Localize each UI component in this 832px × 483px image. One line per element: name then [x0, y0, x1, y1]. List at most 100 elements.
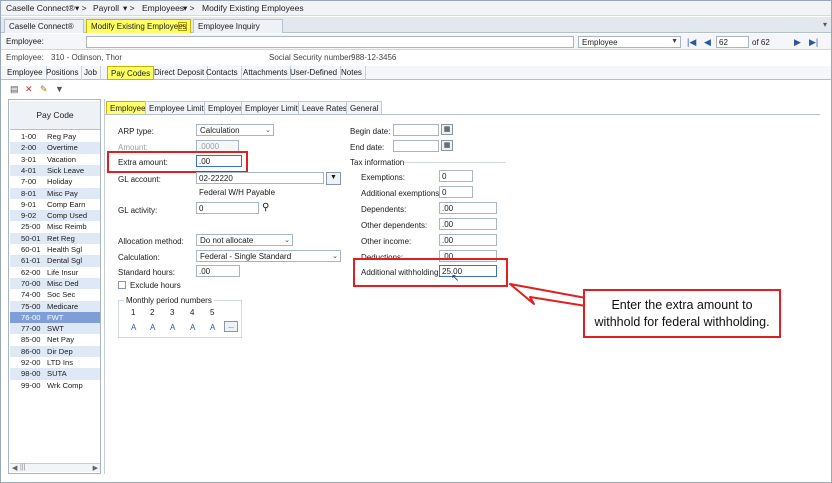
pay-code-row[interactable]: 99-00 Wrk Comp [10, 380, 100, 391]
filter-icon[interactable]: ▼ [55, 84, 64, 94]
subtab-employer[interactable]: Employer [204, 101, 246, 114]
prev-record-icon[interactable]: ◀ [704, 37, 711, 48]
pay-code-row[interactable]: 62-00 Life Insur [10, 267, 100, 278]
employee-search-input[interactable] [86, 36, 574, 48]
pay-code-row[interactable]: 70-00 Misc Ded [10, 277, 100, 290]
period-value[interactable]: A [170, 323, 175, 332]
calculation-select[interactable]: Federal - Single Standard ⌄ [196, 250, 341, 262]
begin-date-input[interactable] [393, 124, 439, 136]
doc-tab-employee-inquiry[interactable]: Employee Inquiry [193, 19, 283, 33]
pay-code-row[interactable]: 77-00 SWT [10, 323, 100, 335]
dependents-input[interactable]: .00 [439, 202, 497, 214]
arp-type-label: ARP type: [118, 127, 154, 136]
gl-account-dropdown-icon[interactable]: ▼ [326, 172, 341, 185]
period-value[interactable]: A [210, 323, 215, 332]
subtab-general[interactable]: General [346, 101, 383, 114]
pay-code-row[interactable]: 98-00 SUTA [10, 368, 100, 380]
last-record-icon[interactable]: ▶| [809, 37, 818, 48]
pay-code-row[interactable]: 1-00 Reg Pay [10, 131, 100, 142]
pay-code-number: 70-00 [21, 278, 41, 288]
tab-direct-deposit[interactable]: Direct Deposit [151, 66, 209, 80]
allocation-method-select[interactable]: Do not allocate ⌄ [196, 234, 293, 246]
pay-code-row[interactable]: 86-00 Dir Dep [10, 345, 100, 357]
doc-tab-label: Caselle Connect® [9, 22, 74, 31]
scroll-right-icon[interactable]: ▶ [93, 464, 98, 472]
pay-code-row[interactable]: 74-00 Soc Sec [10, 289, 100, 300]
calendar-icon[interactable]: ▦ [441, 124, 453, 135]
extra-amount-input[interactable]: .00 [196, 155, 242, 167]
subtab-employer-limits[interactable]: Employer Limits [241, 101, 306, 114]
pay-code-row[interactable]: 50-01 Ret Reg [10, 232, 100, 244]
pay-code-number: 75-00 [21, 301, 41, 311]
tab-pay-codes[interactable]: Pay Codes [107, 66, 155, 80]
record-number-input[interactable]: 62 [716, 36, 749, 48]
pay-code-row[interactable]: 4-01 Sick Leave [10, 164, 100, 177]
other-dependents-input[interactable]: .00 [439, 218, 497, 230]
pay-code-row[interactable]: 85-00 Net Pay [10, 334, 100, 345]
pay-code-row[interactable]: 2-00 Overtime [10, 142, 100, 154]
pay-code-row[interactable]: 9-02 Comp Used [10, 210, 100, 222]
tab-employee[interactable]: Employee [4, 66, 47, 80]
pay-code-row[interactable]: 75-00 Medicare [10, 300, 100, 312]
callout-arrow-icon [509, 283, 587, 307]
pay-code-row[interactable]: 7-00 Holiday [10, 176, 100, 187]
subtab-employee[interactable]: Employee [106, 101, 150, 114]
subtab-employee-limits[interactable]: Employee Limits [145, 101, 212, 114]
pay-code-number: 77-00 [21, 324, 41, 334]
tab-attachments[interactable]: Attachments [240, 66, 292, 80]
arp-type-select[interactable]: Calculation ⌄ [196, 124, 274, 136]
additional-withholding-input[interactable]: 25.00 [439, 265, 497, 277]
period-value[interactable]: A [131, 323, 136, 332]
calendar-icon[interactable]: ▦ [441, 140, 453, 151]
standard-hours-input[interactable]: .00 [196, 265, 240, 277]
other-income-input[interactable]: .00 [439, 234, 497, 246]
tab-positions[interactable]: Positions [43, 66, 83, 80]
period-value[interactable]: A [190, 323, 195, 332]
pay-code-row[interactable]: 92-00 LTD Ins [10, 357, 100, 368]
doc-tab-caselle[interactable]: Caselle Connect® [4, 19, 84, 33]
delete-icon[interactable]: ✕ [25, 84, 33, 95]
sort-select[interactable]: Employee ▼ [578, 36, 681, 48]
pay-code-name: SWT [47, 324, 64, 334]
breadcrumb-app[interactable]: Caselle Connect® [6, 3, 75, 13]
breadcrumb-module[interactable]: Payroll [93, 3, 119, 13]
pay-code-row[interactable]: 8-01 Misc Pay [10, 187, 100, 199]
gl-activity-input[interactable]: 0 [196, 202, 259, 214]
breadcrumb-section[interactable]: Employees [142, 3, 184, 13]
additional-exemptions-input[interactable]: 0 [439, 186, 473, 198]
pay-code-header[interactable]: Pay Code [10, 101, 100, 130]
period-more-button[interactable]: ... [224, 321, 238, 332]
horizontal-scrollbar[interactable]: ◀ ||| ▶ [10, 463, 100, 472]
exemptions-input[interactable]: 0 [439, 170, 473, 182]
tab-overflow-icon[interactable]: ▾ [823, 20, 827, 29]
gl-account-input[interactable]: 02-22220 [196, 172, 324, 184]
tab-user-defined[interactable]: User-Defined [287, 66, 342, 80]
first-record-icon[interactable]: |◀ [687, 37, 696, 48]
pay-code-row[interactable]: 3-01 Vacation [10, 154, 100, 165]
tab-notes[interactable]: Notes [338, 66, 366, 80]
pay-code-number: 50-01 [21, 233, 41, 243]
pay-code-row[interactable]: 25-00 Misc Reimb [10, 221, 100, 232]
next-record-icon[interactable]: ▶ [794, 37, 801, 48]
edit-icon[interactable]: ✎ [40, 84, 48, 95]
breadcrumb-page[interactable]: Modify Existing Employees [202, 3, 304, 13]
end-date-input[interactable] [393, 140, 439, 152]
pay-code-name: Medicare [47, 301, 79, 311]
period-value[interactable]: A [150, 323, 155, 332]
close-icon[interactable]: × [178, 22, 187, 31]
pay-code-row[interactable]: 61-01 Dental Sgl [10, 255, 100, 267]
pay-code-row[interactable]: 9-01 Comp Earn [10, 199, 100, 210]
pay-code-number: 3-01 [21, 154, 37, 164]
scroll-left-icon[interactable]: ◀ [12, 464, 17, 472]
exclude-hours-checkbox[interactable] [118, 281, 126, 289]
subtab-leave-rates[interactable]: Leave Rates [298, 101, 351, 114]
binoculars-icon[interactable]: ⚲ [262, 202, 269, 213]
pay-code-row[interactable]: 76-00 FWT [10, 311, 100, 324]
tab-contacts[interactable]: Contacts [203, 66, 242, 80]
tab-job[interactable]: Job [81, 66, 101, 80]
print-icon[interactable]: ▤ [10, 84, 19, 95]
doc-tab-modify-employees[interactable]: Modify Existing Employees × [86, 19, 191, 33]
scroll-grip-icon[interactable]: ||| [20, 464, 25, 471]
pay-code-row[interactable]: 60-01 Health Sgl [10, 244, 100, 255]
main-tab-strip: Employee Positions Job Pay Codes Direct … [1, 66, 831, 80]
